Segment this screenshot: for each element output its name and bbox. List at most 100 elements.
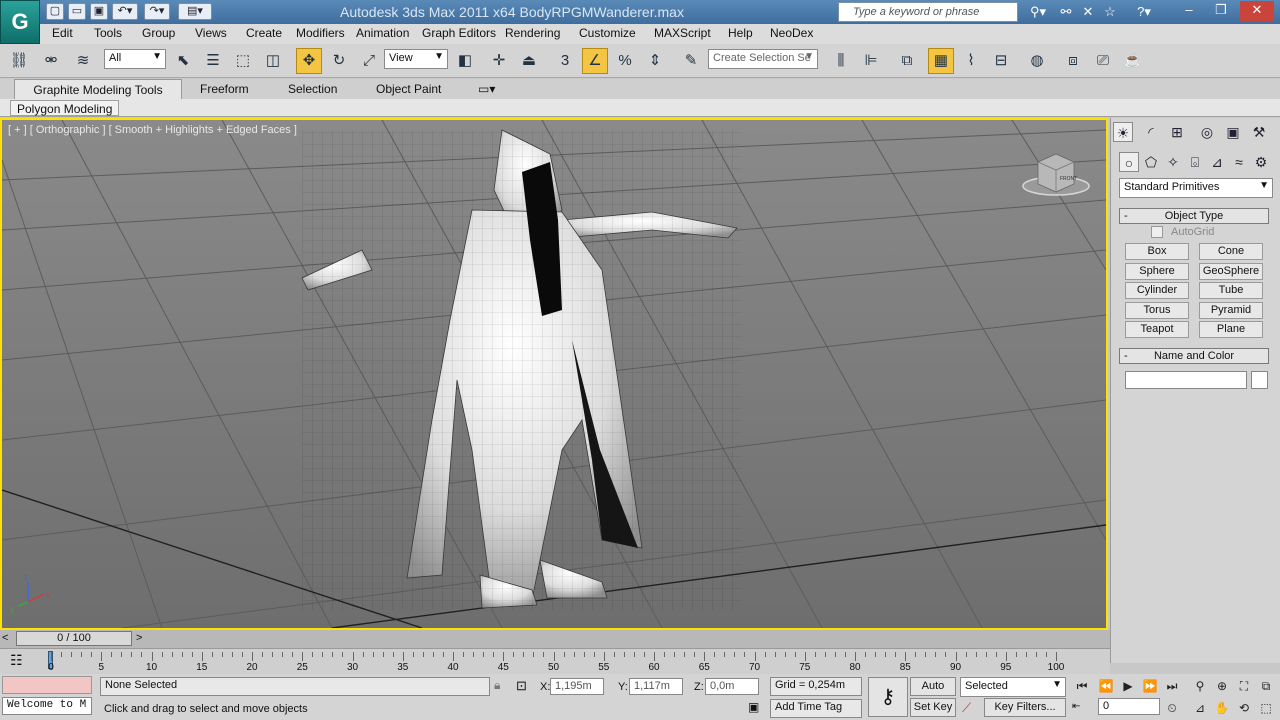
zoom-extents-all-icon[interactable]: ⧉	[1256, 676, 1276, 696]
open-file-icon[interactable]: ▭	[68, 3, 86, 20]
menu-group[interactable]: Group	[142, 26, 175, 40]
angle-snap-icon[interactable]: ∠	[582, 48, 608, 74]
x-coordinate-input[interactable]: 1,195m	[550, 678, 604, 695]
maxscript-listener[interactable]: Welcome to M	[2, 697, 92, 715]
time-slider-thumb[interactable]: 0 / 100	[16, 631, 132, 646]
zoom-all-icon[interactable]: ⊕	[1212, 676, 1232, 696]
zoom-extents-icon[interactable]: ⛶	[1234, 676, 1254, 696]
maximize-viewport-icon[interactable]: ⬚	[1256, 698, 1276, 718]
zoom-icon[interactable]: ⚲	[1190, 676, 1210, 696]
tab-object-paint[interactable]: Object Paint	[366, 79, 451, 99]
shapes-icon[interactable]: ⬠	[1141, 152, 1161, 172]
time-tag-icon[interactable]: ▣	[748, 700, 759, 714]
next-frame-icon[interactable]: ⏩	[1140, 676, 1160, 696]
binoculars-icon[interactable]: ⚲▾	[1022, 3, 1054, 21]
menu-rendering[interactable]: Rendering	[505, 26, 560, 40]
favorites-star-icon[interactable]: ☆	[1100, 3, 1120, 21]
cylinder-button[interactable]: Cylinder	[1125, 282, 1189, 299]
object-name-input[interactable]	[1125, 371, 1247, 389]
sphere-button[interactable]: Sphere	[1125, 263, 1189, 280]
save-icon[interactable]: ▣	[90, 3, 108, 20]
object-color-swatch[interactable]	[1251, 371, 1268, 389]
menu-animation[interactable]: Animation	[356, 26, 409, 40]
minimize-icon[interactable]: ‒	[1172, 1, 1206, 21]
lights-icon[interactable]: ✧	[1163, 152, 1183, 172]
close-icon[interactable]: ✕	[1240, 1, 1274, 21]
key-filters-button[interactable]: Key Filters...	[984, 698, 1066, 717]
name-and-color-rollout[interactable]: - Name and Color	[1119, 348, 1269, 364]
pan-hand-icon[interactable]: ✋	[1212, 698, 1232, 718]
absolute-mode-transform-icon[interactable]: ⊡	[516, 678, 527, 694]
reference-coordinate-dropdown[interactable]: View ▼	[384, 49, 448, 69]
field-of-view-icon[interactable]: ⊿	[1190, 698, 1210, 718]
menu-maxscript[interactable]: MAXScript	[654, 26, 711, 40]
hierarchy-tab-icon[interactable]: ⊞	[1167, 122, 1187, 142]
pyramid-button[interactable]: Pyramid	[1199, 302, 1263, 319]
restore-icon[interactable]: ❐	[1204, 1, 1238, 21]
select-and-move-icon[interactable]: ✥	[296, 48, 322, 74]
keyboard-shortcut-override-icon[interactable]: ⏏	[516, 48, 542, 74]
snaps-toggle-icon[interactable]: 3	[552, 48, 578, 74]
track-bar[interactable]: ☷ 0 5 10 15 20 25 30 35 40 45 50 55 60 65 70 75 80 85 90 95…	[0, 648, 1110, 674]
perspective-viewport[interactable]: FRONT z x y [ + ] [ Orthographic ] [ Smo…	[0, 118, 1108, 630]
edit-named-selection-icon[interactable]: ✎	[678, 48, 704, 74]
manipulate-icon[interactable]: ✛	[486, 48, 512, 74]
unlink-icon[interactable]: ⚮	[38, 48, 64, 74]
character-mesh[interactable]	[301, 129, 742, 610]
selection-lock-icon[interactable]: 🔒︎	[494, 678, 500, 693]
select-object-icon[interactable]: ⬉	[170, 48, 196, 74]
tab-selection[interactable]: Selection	[278, 79, 347, 99]
current-frame-input[interactable]: 0	[1098, 698, 1160, 715]
default-in-out-tangent-icon[interactable]: ⟋	[962, 700, 971, 716]
geosphere-button[interactable]: GeoSphere	[1199, 263, 1263, 280]
percent-snap-icon[interactable]: %	[612, 48, 638, 74]
select-by-name-icon[interactable]: ☰	[200, 48, 226, 74]
menu-edit[interactable]: Edit	[52, 26, 73, 40]
menu-create[interactable]: Create	[246, 26, 282, 40]
helpers-icon[interactable]: ⊿	[1207, 152, 1227, 172]
prev-frame-arrow-icon[interactable]: <	[2, 632, 8, 644]
orbit-icon[interactable]: ⟲	[1234, 698, 1254, 718]
teapot-button[interactable]: Teapot	[1125, 321, 1189, 338]
display-tab-icon[interactable]: ▣	[1223, 122, 1243, 142]
render-setup-icon[interactable]: ⧈	[1060, 48, 1086, 74]
project-folder-icon[interactable]: ▤▾	[178, 3, 212, 20]
render-production-icon[interactable]: ☕	[1120, 48, 1146, 74]
pivot-center-icon[interactable]: ◧	[452, 48, 478, 74]
motion-tab-icon[interactable]: ◎	[1197, 122, 1217, 142]
maxscript-listener-top[interactable]	[2, 676, 92, 694]
named-selection-dropdown[interactable]: Create Selection Se ▼	[708, 49, 818, 69]
select-and-link-icon[interactable]: ⛓	[6, 48, 32, 74]
spinner-snap-icon[interactable]: ⇕	[642, 48, 668, 74]
tube-button[interactable]: Tube	[1199, 282, 1263, 299]
primitive-category-dropdown[interactable]: Standard Primitives ▼	[1119, 178, 1273, 198]
rectangular-selection-icon[interactable]: ⬚	[230, 48, 256, 74]
select-and-rotate-icon[interactable]: ↻	[326, 48, 352, 74]
space-warps-icon[interactable]: ≈	[1229, 152, 1249, 172]
menu-help[interactable]: Help	[728, 26, 753, 40]
next-frame-arrow-icon[interactable]: >	[136, 632, 142, 644]
utilities-tab-icon[interactable]: ⚒	[1249, 122, 1269, 142]
menu-modifiers[interactable]: Modifiers	[296, 26, 345, 40]
layer-manager-icon[interactable]: ⧉	[894, 48, 920, 74]
help-icon[interactable]: ?▾	[1128, 3, 1160, 21]
key-mode-dropdown[interactable]: Selected ▼	[960, 677, 1066, 697]
select-and-scale-icon[interactable]: ⤢	[356, 48, 382, 74]
time-configuration-icon[interactable]: ⏲	[1162, 698, 1182, 718]
menu-graph-editors[interactable]: Graph Editors	[422, 26, 496, 40]
selection-filter-dropdown[interactable]: All ▼	[104, 49, 166, 69]
curve-editor-icon[interactable]: ⌇	[958, 48, 984, 74]
box-button[interactable]: Box	[1125, 243, 1189, 260]
new-file-icon[interactable]: ▢	[46, 3, 64, 20]
viewport-label-menu[interactable]: [ + ] [ Orthographic ] [ Smooth + Highli…	[8, 124, 297, 136]
systems-icon[interactable]: ⚙	[1251, 152, 1271, 172]
window-crossing-icon[interactable]: ◫	[260, 48, 286, 74]
torus-button[interactable]: Torus	[1125, 302, 1189, 319]
rendered-frame-window-icon[interactable]: ⎚	[1090, 48, 1116, 74]
go-to-end-icon[interactable]: ⏭	[1162, 676, 1182, 696]
tab-graphite-modeling-tools[interactable]: Graphite Modeling Tools	[14, 79, 182, 99]
previous-frame-icon[interactable]: ⏪	[1096, 676, 1116, 696]
geometry-icon[interactable]: ○	[1119, 152, 1139, 172]
create-tab-icon[interactable]: ☀	[1113, 122, 1133, 142]
undo-icon[interactable]: ↶▾	[112, 3, 138, 20]
